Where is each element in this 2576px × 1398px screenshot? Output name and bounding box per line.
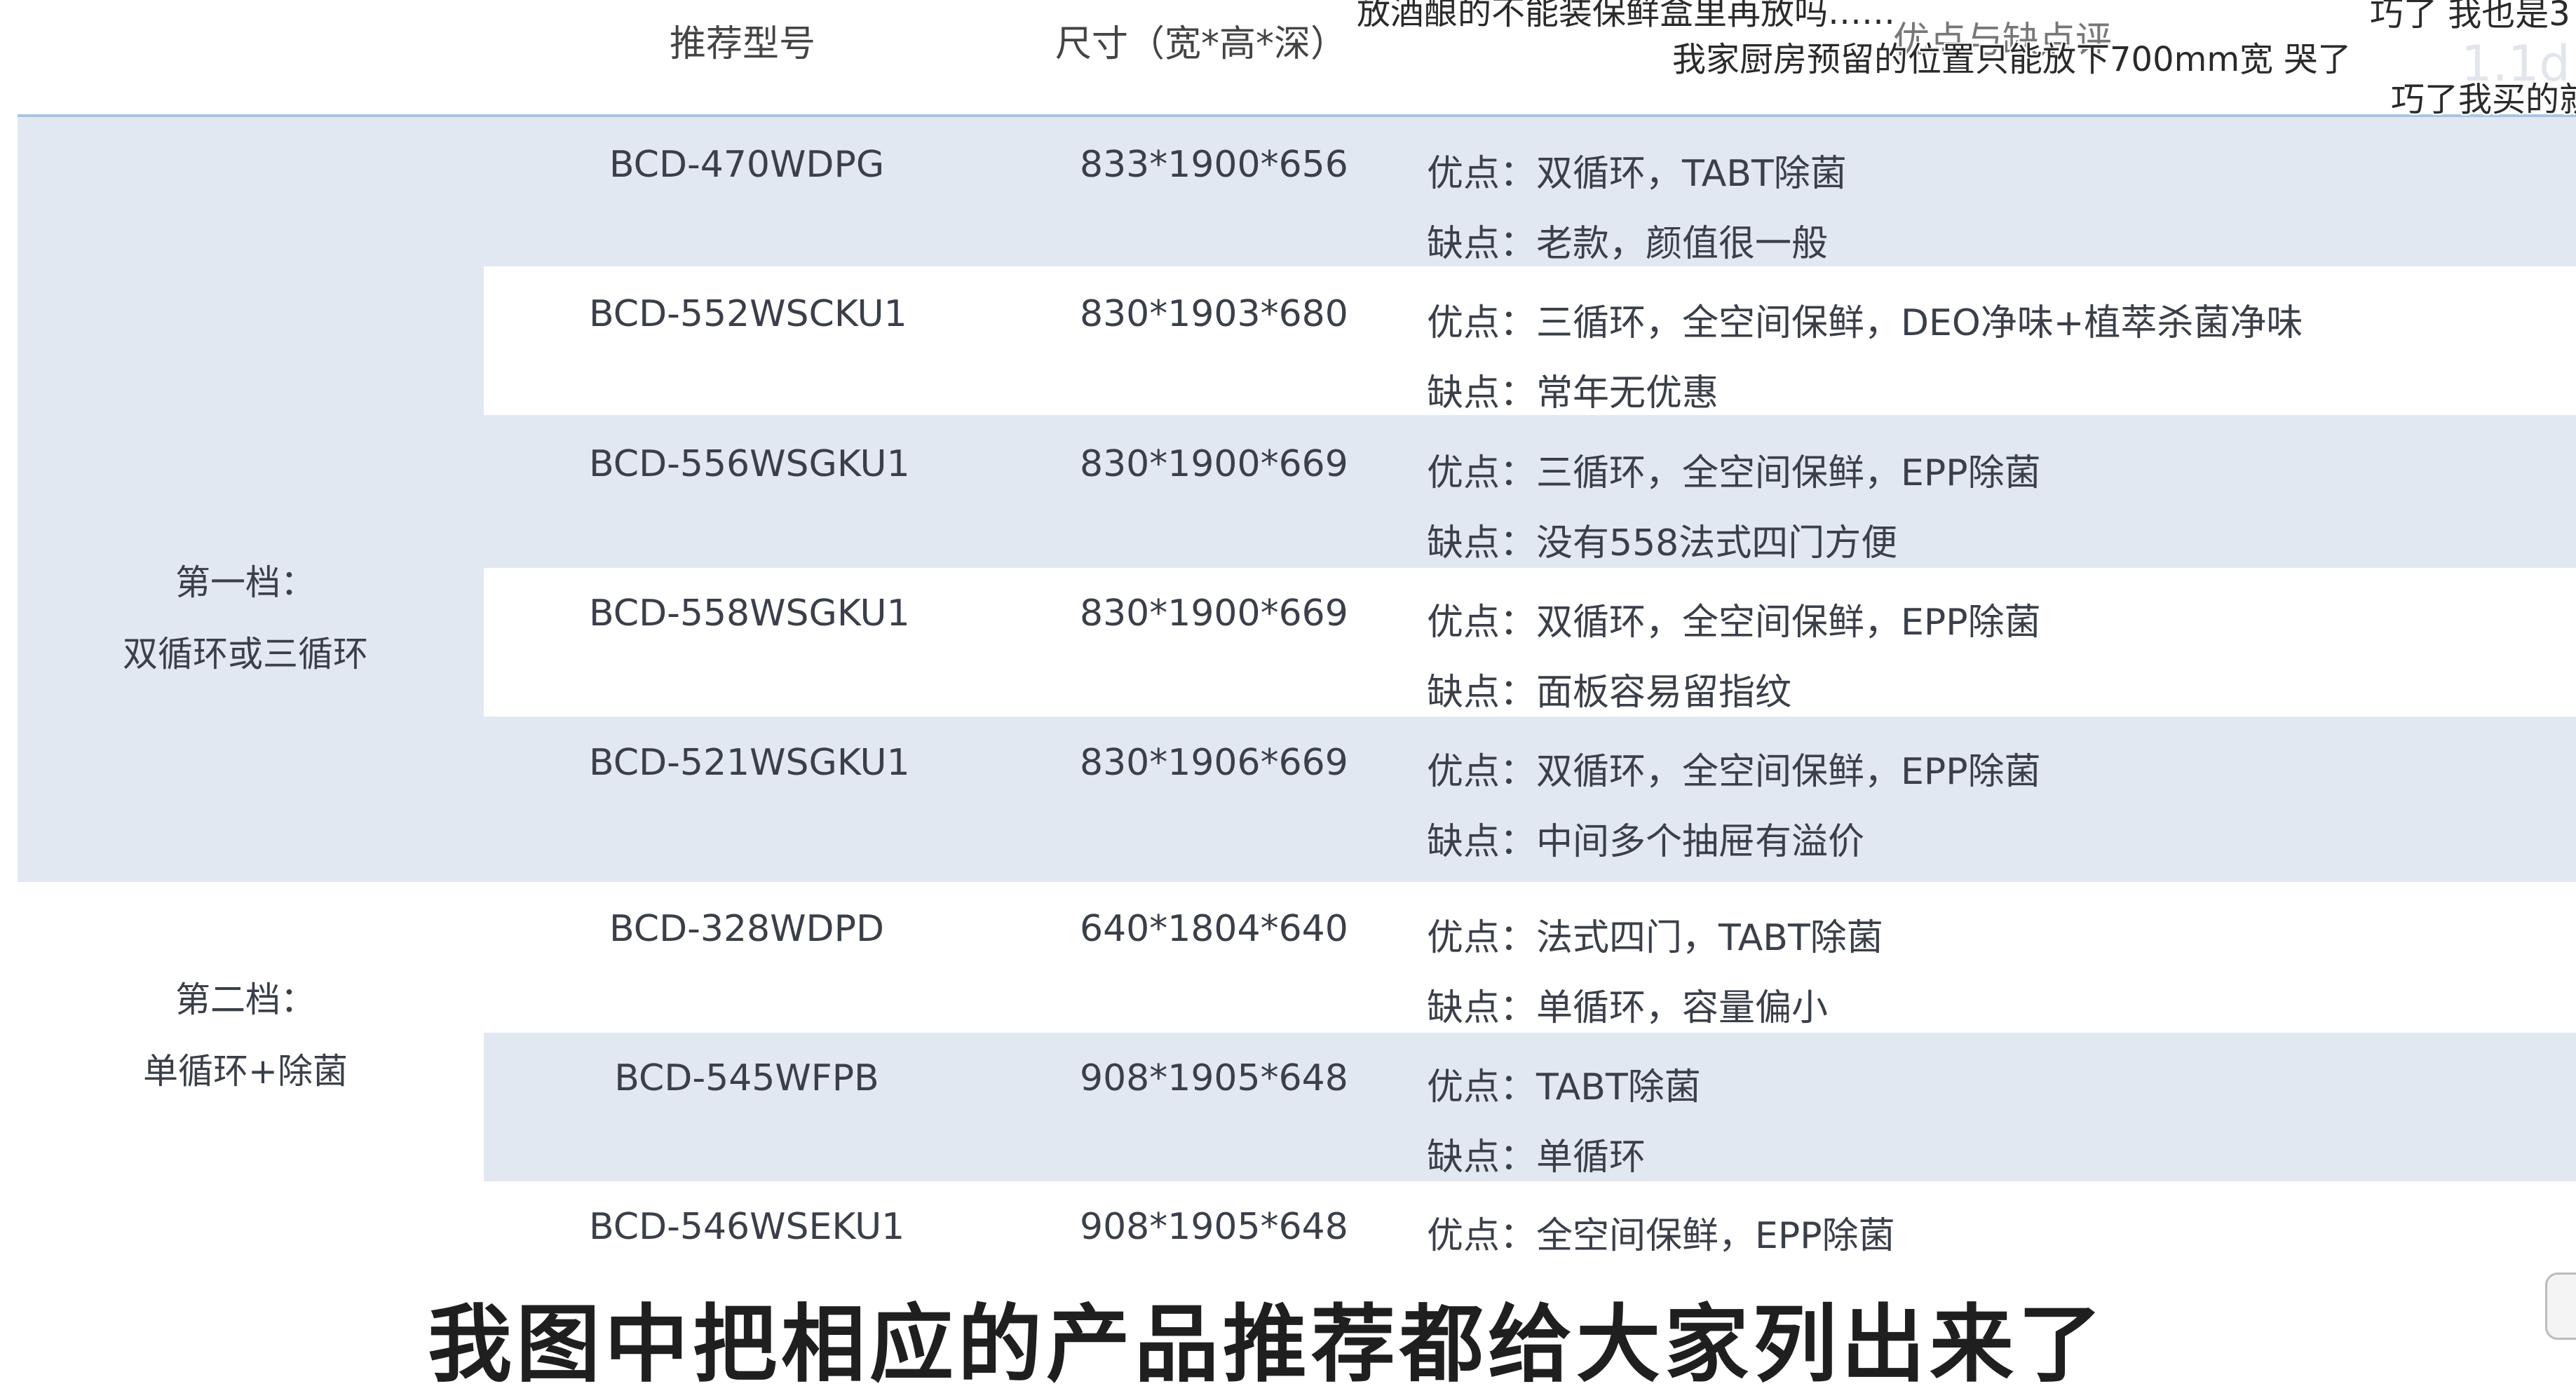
row-con: 缺点：老款，颜值很一般 — [1427, 223, 1829, 265]
row-size: 830*1903*680 — [1080, 293, 1348, 335]
row-size: 833*1900*656 — [1080, 144, 1348, 186]
row-size: 908*1905*648 — [1080, 1057, 1348, 1099]
row-model: BCD-558WSGKU1 — [589, 592, 910, 634]
row-pro: 优点：双循环，全空间保鲜，EPP除菌 — [1427, 602, 2041, 644]
row-pro: 优点：双循环，TABT除菌 — [1427, 153, 1847, 195]
row-pro: 优点：双循环，全空间保鲜，EPP除菌 — [1427, 751, 2041, 793]
video-subtitle: 我图中把相应的产品推荐都给大家列出来了 — [428, 1296, 2106, 1394]
row-model: BCD-470WDPG — [609, 144, 885, 186]
row-con: 缺点：单循环，容量偏小 — [1427, 987, 1829, 1029]
row-pro: 优点：全空间保鲜，EPP除菌 — [1427, 1215, 1895, 1257]
row-pro: 优点：三循环，全空间保鲜，EPP除菌 — [1427, 452, 2041, 494]
row-con: 缺点：常年无优惠 — [1427, 372, 1719, 414]
side-control-button[interactable] — [2545, 1273, 2576, 1340]
row-size: 830*1900*669 — [1080, 443, 1348, 485]
row-model: BCD-546WSEKU1 — [589, 1206, 905, 1248]
row-model: BCD-552WSCKU1 — [589, 293, 907, 335]
danmaku-comment: 放酒酿的不能装保鲜盒里再放吗…… — [1357, 0, 1896, 32]
row-model: BCD-328WDPD — [609, 908, 884, 950]
row-model: BCD-521WSGKU1 — [589, 742, 910, 784]
tier-label-1: 第一档： 双循环或三循环 — [42, 547, 449, 690]
tier-desc: 单循环+除菌 — [143, 1051, 348, 1092]
header-model: 推荐型号 — [670, 23, 816, 65]
tier-label-2: 第二档： 单循环+除菌 — [42, 964, 449, 1107]
header-size: 尺寸（宽*高*深） — [1055, 23, 1348, 65]
danmaku-comment: 巧了 我也是3 — [2370, 0, 2570, 34]
row-con: 缺点：面板容易留指纹 — [1427, 672, 1792, 714]
row-model: BCD-545WFPB — [614, 1057, 879, 1099]
row-size: 830*1906*669 — [1080, 742, 1348, 784]
tier-name: 第一档： — [175, 562, 316, 603]
row-con: 缺点：单循环 — [1427, 1136, 1646, 1179]
watermark: 1.1d — [2461, 35, 2570, 93]
tier-name: 第二档： — [175, 979, 316, 1020]
danmaku-comment: 我家厨房预留的位置只能放下700mm宽 哭了 — [1672, 40, 2352, 79]
row-con: 缺点：没有558法式四门方便 — [1427, 522, 1898, 564]
row-pro: 优点：法式四门，TABT除菌 — [1427, 917, 1883, 959]
row-con: 缺点：中间多个抽屉有溢价 — [1427, 821, 1865, 863]
row-model: BCD-556WSGKU1 — [589, 443, 910, 485]
row-size: 908*1905*648 — [1080, 1206, 1348, 1248]
row-pro: 优点：三循环，全空间保鲜，DEO净味+植萃杀菌净味 — [1427, 302, 2303, 344]
row-size: 640*1804*640 — [1080, 908, 1348, 950]
tier-desc: 双循环或三循环 — [123, 634, 368, 674]
row-size: 830*1900*669 — [1080, 592, 1348, 634]
row-pro: 优点：TABT除菌 — [1427, 1066, 1701, 1108]
